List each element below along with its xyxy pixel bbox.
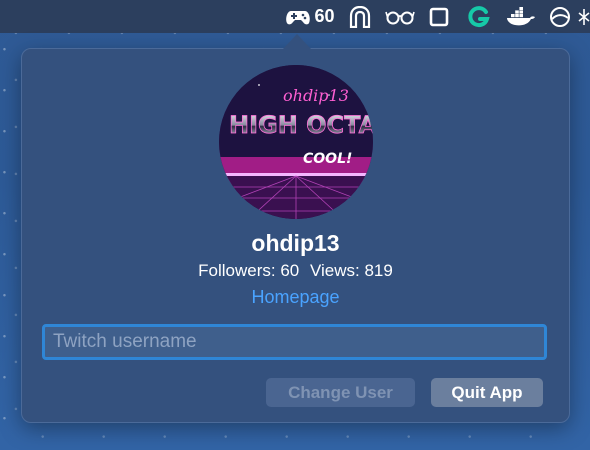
arch-menu-item[interactable] xyxy=(340,0,380,33)
avatar-text-main: HIGH OCTA xyxy=(229,111,373,139)
globe-icon xyxy=(549,6,571,28)
avatar-text-sub: COOL! xyxy=(303,151,352,167)
change-user-button[interactable]: Change User xyxy=(266,378,415,407)
twitch-username-input[interactable] xyxy=(42,324,547,360)
gamepad-icon xyxy=(285,7,311,27)
extra-menu-item[interactable] xyxy=(578,0,590,33)
followers-count: Followers: 60 xyxy=(198,261,300,280)
twitch-popover: ohdip13 HIGH OCTA COOL! ohdip13 Follower… xyxy=(21,48,570,423)
glasses-menu-item[interactable] xyxy=(380,0,420,33)
avatar: ohdip13 HIGH OCTA COOL! xyxy=(219,65,373,219)
arch-icon xyxy=(349,5,371,28)
window-menu-item[interactable] xyxy=(420,0,458,33)
glasses-icon xyxy=(385,9,415,25)
menu-bar: 60 xyxy=(0,0,590,33)
docker-icon xyxy=(506,6,536,27)
avatar-text-top: ohdip13 xyxy=(283,86,349,105)
popover-arrow xyxy=(283,34,311,49)
quit-app-button[interactable]: Quit App xyxy=(431,378,543,407)
globe-menu-item[interactable] xyxy=(542,0,578,33)
homepage-link[interactable]: Homepage xyxy=(22,287,569,308)
views-count: Views: 819 xyxy=(309,261,393,280)
username-label: ohdip13 xyxy=(251,230,340,256)
square-icon xyxy=(429,7,449,27)
twitch-count: 60 xyxy=(314,6,335,26)
stats-line: Followers: 60 Views: 819 xyxy=(22,261,569,281)
docker-menu-item[interactable] xyxy=(500,0,542,33)
grammarly-menu-item[interactable] xyxy=(458,0,500,33)
grammarly-icon xyxy=(467,5,491,29)
twitch-status-item[interactable]: 60 xyxy=(280,0,340,33)
extra-icon xyxy=(578,7,590,27)
